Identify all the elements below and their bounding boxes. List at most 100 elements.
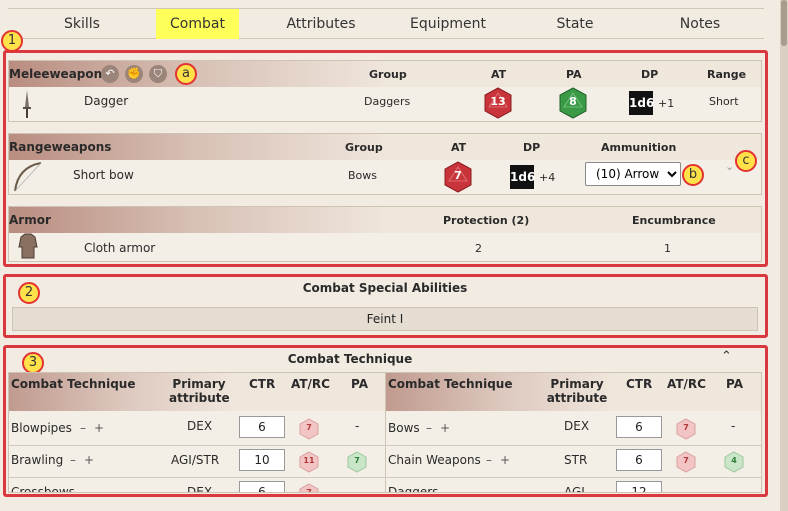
ct-col-atrc-left: AT/RC [291, 377, 330, 391]
melee-col-pa: PA [566, 68, 582, 81]
melee-weapon-name[interactable]: Dagger [84, 94, 128, 108]
ct-col-technique-right: Combat Technique [388, 377, 513, 391]
ranged-weapon-group: Bows [348, 169, 378, 182]
vertical-scrollbar[interactable] [780, 0, 788, 511]
decrease-button[interactable]: – [426, 421, 432, 435]
increase-button[interactable]: + [500, 453, 510, 467]
ranged-at-die[interactable]: 7 [443, 161, 473, 193]
technique-attr: DEX [187, 485, 213, 493]
melee-panel: Meleeweapons ↶ ✊ ⛉ Group AT PA DP Range … [8, 60, 762, 122]
technique-at: 7 [683, 456, 689, 465]
undo-icon[interactable]: ↶ [101, 65, 119, 83]
technique-at: 11 [303, 456, 315, 465]
ranged-dp-dice[interactable]: 1d6 [510, 165, 535, 189]
melee-weapon-group: Daggers [364, 95, 411, 108]
melee-dp-dice[interactable]: 1d6 [629, 91, 654, 115]
ability-feint[interactable]: Feint I [12, 307, 758, 331]
technique-at-hex: 7 [299, 418, 319, 440]
armor-title: Armor [9, 213, 51, 227]
technique-name: Brawling [11, 453, 64, 467]
technique-attr: DEX [564, 419, 590, 433]
technique-pa-hex: 7 [347, 451, 367, 473]
dagger-icon [23, 90, 31, 118]
marker-a: a [175, 63, 197, 85]
tab-attributes[interactable]: Attributes [286, 9, 356, 39]
technique-at-hex: 11 [299, 451, 319, 473]
technique-at: 7 [306, 423, 312, 432]
chevron-up-icon[interactable]: ⌃ [721, 349, 732, 364]
ct-col-ctr-left: CTR [249, 377, 276, 391]
ct-col-pa-left: PA [351, 377, 368, 391]
melee-at-die[interactable]: 13 [483, 87, 513, 119]
ranged-dp-bonus: +4 [539, 171, 556, 184]
decrease-button[interactable]: – [486, 453, 492, 467]
increase-button[interactable]: + [84, 453, 94, 467]
table-divider [385, 373, 386, 492]
technique-ctr[interactable]: 6 [616, 449, 662, 471]
ranged-weapon-name[interactable]: Short bow [73, 168, 134, 182]
ct-col-atrc-right: AT/RC [667, 377, 706, 391]
tab-equipment[interactable]: Equipment [410, 9, 486, 39]
armor-icon [18, 233, 38, 259]
ranged-col-group: Group [345, 141, 383, 154]
technique-attr: AGI/STR [171, 453, 220, 467]
armor-encumbrance: 1 [664, 242, 671, 255]
melee-pa-die[interactable]: 8 [558, 87, 588, 119]
ranged-col-at: AT [451, 141, 467, 154]
melee-col-dp: DP [641, 68, 659, 81]
ct-col-primary-left: Primary attribute [169, 377, 230, 405]
technique-pa: - [731, 419, 736, 433]
technique-name: Daggers [388, 485, 439, 493]
melee-title: Meleeweapons [9, 67, 110, 81]
technique-pa-hex: 4 [724, 451, 744, 473]
technique-at-hex: 7 [676, 451, 696, 473]
marker-b: b [682, 164, 704, 186]
tab-combat[interactable]: Combat [156, 9, 239, 39]
technique-ctr[interactable]: 6 [239, 481, 285, 492]
technique-at: 7 [306, 488, 312, 493]
technique-name: Chain Weapons [388, 453, 481, 467]
armor-panel: Armor Protection (2) Encumbrance Cloth a… [8, 206, 762, 262]
armor-protection: 2 [475, 242, 482, 255]
technique-ctr[interactable]: 6 [239, 416, 285, 438]
melee-pa-value: 8 [569, 95, 577, 108]
character-sheet: Skills Combat Attributes Equipment State… [0, 0, 780, 511]
tab-bar: Skills Combat Attributes Equipment State… [8, 8, 764, 39]
bow-icon [14, 162, 42, 192]
technique-pa: - [355, 419, 360, 433]
technique-attr: STR [564, 453, 588, 467]
increase-button[interactable]: + [94, 421, 104, 435]
armor-col-protection: Protection (2) [443, 214, 530, 227]
ct-col-primary-right: Primary attribute [546, 377, 608, 405]
decrease-button[interactable]: – [80, 421, 86, 435]
armor-name[interactable]: Cloth armor [84, 241, 155, 255]
technique-ctr[interactable]: 6 [616, 416, 662, 438]
melee-range: Short [709, 95, 739, 108]
tab-state[interactable]: State [553, 9, 597, 39]
fist-icon[interactable]: ✊ [125, 65, 143, 83]
shield-icon[interactable]: ⛉ [149, 65, 167, 83]
melee-col-range: Range [707, 68, 747, 81]
ranged-col-ammo: Ammunition [601, 141, 677, 154]
ammunition-select[interactable]: (10) Arrow [585, 162, 681, 186]
melee-at-value: 13 [490, 95, 506, 108]
decrease-button[interactable]: – [70, 453, 76, 467]
melee-col-group: Group [369, 68, 407, 81]
ranged-at-value: 7 [454, 169, 462, 182]
technique-name: Bows [388, 421, 420, 435]
tab-skills[interactable]: Skills [52, 9, 112, 39]
increase-button[interactable]: + [440, 421, 450, 435]
tab-notes[interactable]: Notes [676, 9, 724, 39]
technique-attr: DEX [187, 419, 213, 433]
marker-1: 1 [1, 30, 23, 52]
technique-ctr[interactable]: 12 [616, 481, 662, 492]
technique-attr: AGI [564, 485, 585, 493]
combat-technique-table: Combat Technique Primary attribute CTR A… [8, 372, 762, 493]
melee-dp-bonus: +1 [658, 97, 675, 110]
chevron-down-icon[interactable]: ⌄ [725, 160, 734, 173]
scrollbar-thumb[interactable] [781, 0, 787, 46]
technique-ctr[interactable]: 10 [239, 449, 285, 471]
armor-col-encumbrance: Encumbrance [632, 214, 716, 227]
ct-col-technique-left: Combat Technique [11, 377, 136, 391]
marker-c: c [735, 150, 757, 172]
